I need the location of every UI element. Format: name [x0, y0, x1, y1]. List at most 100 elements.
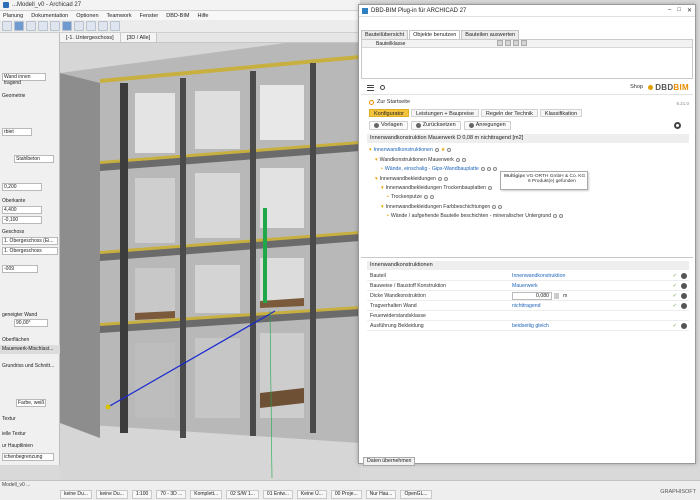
angle-field[interactable]: 90,00°	[14, 319, 48, 327]
zoom-tool-icon[interactable]	[86, 21, 96, 31]
delete-icon[interactable]	[521, 39, 528, 46]
property-link[interactable]: Mauerwerk	[512, 281, 538, 291]
user-icon[interactable]	[648, 85, 653, 90]
height-field[interactable]: 0,200	[2, 183, 42, 191]
minimize-icon[interactable]: –	[668, 7, 671, 14]
tab-bauteiluebersicht[interactable]: Bauteilübersicht	[361, 30, 409, 39]
plugin-title-bar: DBD-BIM Plug-in für ARCHICAD 27	[359, 5, 695, 17]
tree-node[interactable]: • Trockenputze	[387, 194, 435, 200]
apply-data-button[interactable]: Daten übernehmen	[363, 457, 416, 466]
menu-dbd-bim[interactable]: DBD-BIM	[166, 13, 189, 19]
menu-optionen[interactable]: Optionen	[76, 13, 98, 19]
menu-fenster[interactable]: Fenster	[140, 13, 159, 19]
link-field[interactable]: -009	[2, 265, 38, 273]
settings-icon	[461, 158, 466, 162]
info-icon	[437, 177, 442, 181]
status-item[interactable]: Keine Ü...	[296, 490, 327, 499]
orbit-tool-icon[interactable]	[98, 21, 108, 31]
3d-viewport[interactable]	[60, 43, 360, 480]
section-settings-label[interactable]: Grundriss und Schnitt...	[2, 363, 54, 369]
vorlagen-button[interactable]: Vorlagen	[369, 121, 408, 130]
home-story-field[interactable]: 1. Obergeschoss (Ei...	[2, 237, 58, 245]
marquee-tool-icon[interactable]	[14, 21, 24, 31]
panel-divider[interactable]	[361, 257, 693, 258]
status-item[interactable]: Nur Hau...	[365, 490, 397, 499]
tree-node[interactable]: ▾ Innenwandbekleidungen	[375, 176, 448, 182]
remove-icon[interactable]	[681, 293, 687, 299]
anregungen-button[interactable]: Anregungen	[463, 121, 511, 130]
status-item[interactable]: Komplett...	[190, 490, 223, 499]
property-row: Dicke Wandkonstruktion 0,080 m ✓	[367, 291, 689, 301]
configuration-heading: Innenwandkonstruktion Mauerwerk D 0,08 m…	[367, 134, 689, 143]
tree-node[interactable]: ▾ Innenwandbekleidungen Farbbeschichtunge…	[381, 204, 503, 210]
tree-node[interactable]: • Wände / aufgehende Bauteile beschichten…	[387, 213, 564, 219]
info-icon	[553, 214, 558, 218]
column-tool-icon[interactable]	[38, 21, 48, 31]
top-offset-field[interactable]: 4,400	[2, 206, 42, 214]
paste-icon[interactable]	[505, 39, 512, 46]
home-link[interactable]: Zur Startseite	[369, 99, 410, 105]
status-item[interactable]: 01 Entw...	[262, 490, 293, 499]
wall-tool-icon[interactable]	[26, 21, 36, 31]
tab-objekte-benutzen[interactable]: Objekte benutzen	[409, 30, 461, 39]
status-item[interactable]: OpenGL...	[400, 490, 432, 499]
menu-teamwork[interactable]: Teamwork	[107, 13, 132, 19]
geometry-field[interactable]: rbiet	[2, 128, 32, 136]
tab-3d-alle[interactable]: [3D / Alle]	[120, 33, 158, 42]
tree-node[interactable]: ▾ Innenwandbekleidungen Trockenbauplatten	[381, 185, 492, 191]
search-icon[interactable]	[380, 85, 385, 90]
status-item[interactable]: keine Du...	[60, 490, 92, 499]
hamburger-menu-icon[interactable]	[367, 84, 374, 91]
zuruecksetzen-button[interactable]: Zurücksetzen	[410, 121, 461, 130]
top-story-field[interactable]: 1. Obergeschoss	[2, 247, 58, 255]
property-link[interactable]: nichttragend	[512, 301, 541, 311]
menu-hilfe[interactable]: Hilfe	[197, 13, 208, 19]
tab-untergeschoss[interactable]: [-1. Untergeschoss]	[60, 33, 121, 42]
arrow-tool-icon[interactable]	[2, 21, 12, 31]
remove-icon[interactable]	[681, 273, 687, 279]
menu-planung[interactable]: Planung	[3, 13, 23, 19]
edit-icon[interactable]	[513, 39, 520, 46]
tab-regeln[interactable]: Regeln der Technik	[480, 109, 538, 117]
top-offset-label: Oberkante	[2, 198, 26, 204]
bottom-offset-field[interactable]: -0,100	[2, 216, 42, 224]
status-scale[interactable]: 1:100	[131, 490, 153, 499]
tree-node-selected[interactable]: • Wände, einschalig - Gips-Wandbauplatte	[381, 166, 497, 172]
shop-link[interactable]: Shop	[630, 84, 643, 90]
tab-bauteilen-auswerten[interactable]: Bauteilen auswerten	[461, 30, 520, 39]
wall-type-field[interactable]: Wand innen tragend	[2, 73, 46, 86]
surface-label: Oberflächen	[2, 337, 30, 343]
tree-node[interactable]: ▾ Innenwandkonstruktionen ★	[369, 147, 452, 153]
section-tool-icon[interactable]	[74, 21, 84, 31]
remove-icon[interactable]	[681, 303, 687, 309]
gear-icon[interactable]	[674, 122, 681, 129]
3d-view-icon[interactable]	[62, 21, 72, 31]
remove-icon[interactable]	[681, 323, 687, 329]
thickness-input[interactable]: 0,080	[512, 292, 552, 300]
copy-icon[interactable]	[497, 39, 504, 46]
status-item[interactable]: 00 Proje...	[330, 490, 362, 499]
property-link[interactable]: beidseitig gleich	[512, 321, 549, 331]
status-item[interactable]: keine Du...	[95, 490, 128, 499]
tab-konfigurator[interactable]: Konfigurator	[369, 109, 409, 117]
color-field[interactable]: Farbe, weiß	[16, 399, 46, 407]
texture2-label: ielle Textur	[2, 431, 26, 437]
fit-view-icon[interactable]	[110, 21, 120, 31]
remove-icon[interactable]	[681, 283, 687, 289]
property-link[interactable]: Innenwandkonstruktion	[512, 271, 565, 281]
surface-field[interactable]: Mauerwerk-Mischlast...	[0, 345, 60, 354]
check-icon: ✓	[672, 283, 677, 289]
spinner-icon[interactable]	[554, 293, 559, 299]
tilted-wall-label: geneigter Wand	[2, 312, 38, 318]
material-field[interactable]: Stahlbeton	[14, 155, 54, 163]
tab-leistungen[interactable]: Leistungen + Baupreise	[410, 109, 479, 117]
slab-tool-icon[interactable]	[50, 21, 60, 31]
close-icon[interactable]: ✕	[687, 7, 692, 14]
tab-klassifikation[interactable]: Klassifikation	[539, 109, 583, 117]
status-item[interactable]: 70 - 3D ...	[156, 490, 187, 499]
tree-node[interactable]: ▾ Wandkonstruktionen Mauerwerk	[375, 157, 466, 163]
boundary-field[interactable]: ichenbegrenzung	[2, 453, 54, 461]
status-item[interactable]: 02 S/W 1...	[226, 490, 259, 499]
maximize-icon[interactable]: □	[677, 7, 681, 14]
menu-dokumentation[interactable]: Dokumentation	[31, 13, 68, 19]
